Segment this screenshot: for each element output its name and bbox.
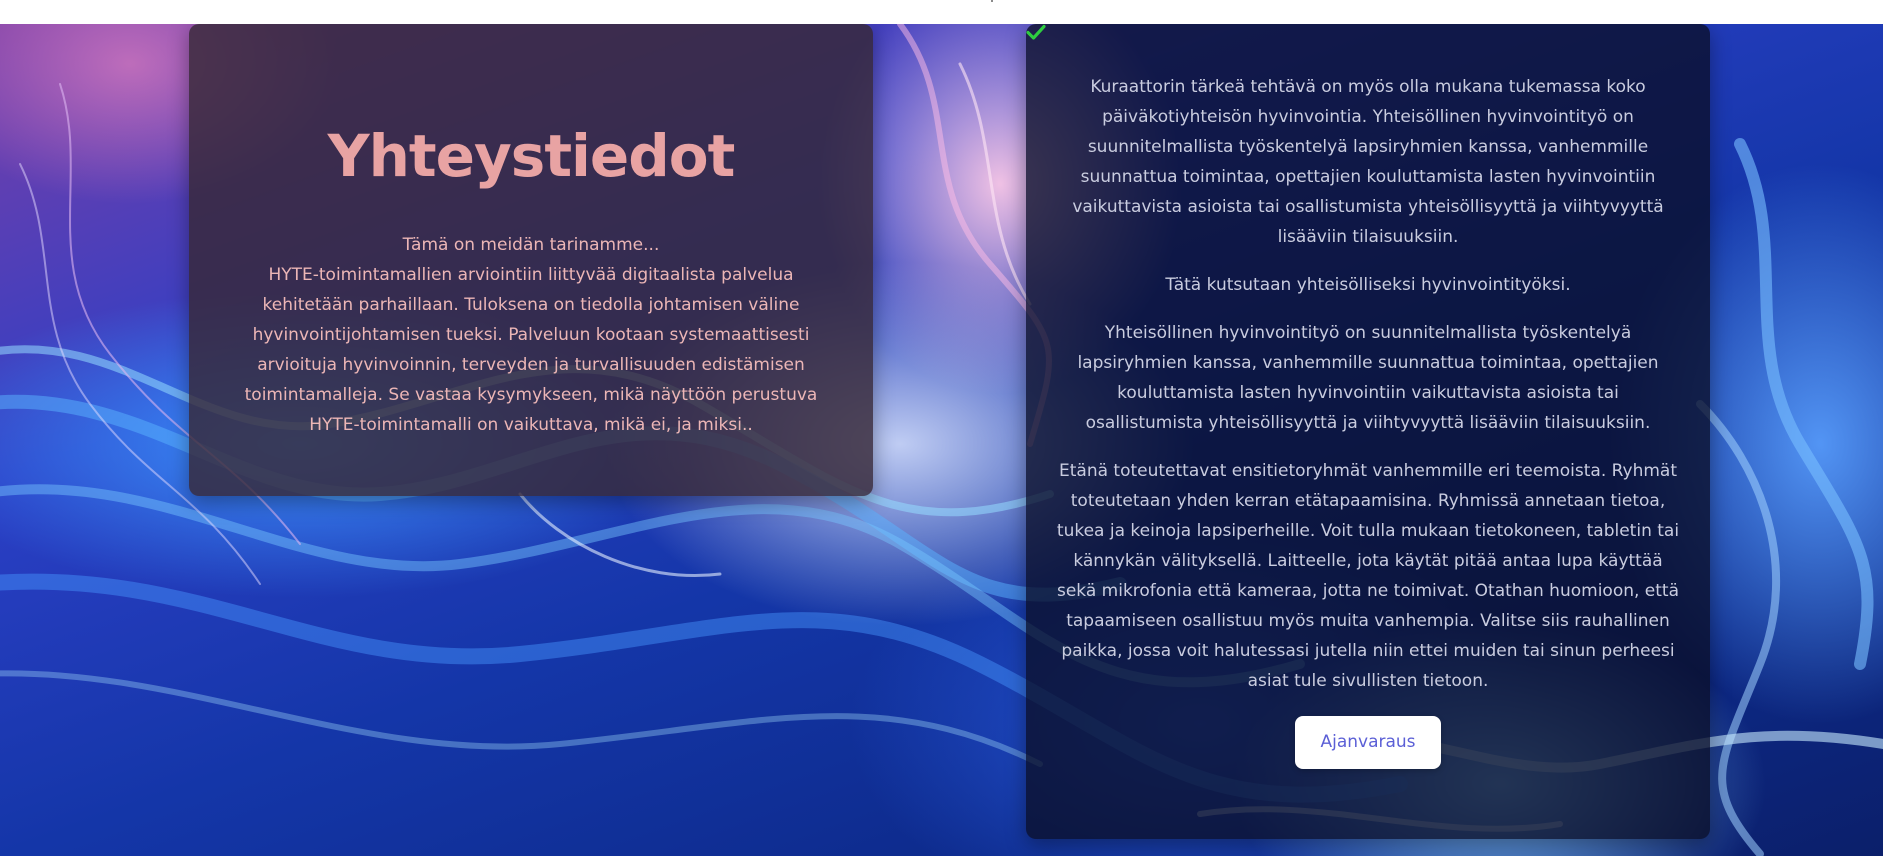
info-paragraph-text: Tätä kutsutaan yhteisölliseksi hyvinvoin… xyxy=(1165,275,1571,295)
page-title: Yhteystiedot xyxy=(327,122,736,190)
booking-button[interactable]: Ajanvaraus xyxy=(1295,716,1441,769)
info-paragraph-text: Yhteisöllinen hyvinvointityö on suunnite… xyxy=(1077,323,1659,433)
hero-background: Yhteystiedot Tämä on meidän tarinamme...… xyxy=(0,24,1883,857)
info-paragraph-text: Etänä toteutettavat ensitietoryhmät vanh… xyxy=(1056,461,1680,691)
info-paragraph: Yhteisöllinen hyvinvointityö on suunnite… xyxy=(1026,25,1680,438)
check-icon xyxy=(1026,25,1046,40)
info-paragraph: Etänä toteutettavat ensitietoryhmät vanh… xyxy=(1026,25,1680,696)
top-dot xyxy=(991,0,993,2)
info-paragraph-text: Kuraattorin tärkeä tehtävä on myös olla … xyxy=(1072,77,1664,247)
info-paragraph: Tätä kutsutaan yhteisölliseksi hyvinvoin… xyxy=(1056,270,1680,300)
intro-text: HYTE-toimintamallien arviointiin liittyv… xyxy=(244,265,818,435)
top-strip xyxy=(0,0,1883,24)
intro-line: Tämä on meidän tarinamme... xyxy=(402,235,660,255)
contact-card: Yhteystiedot Tämä on meidän tarinamme...… xyxy=(189,24,873,496)
intro-text-block: Tämä on meidän tarinamme... HYTE-toimint… xyxy=(235,230,827,440)
info-paragraph: Kuraattorin tärkeä tehtävä on myös olla … xyxy=(1026,25,1680,252)
info-card: Kuraattorin tärkeä tehtävä on myös olla … xyxy=(1026,24,1710,839)
